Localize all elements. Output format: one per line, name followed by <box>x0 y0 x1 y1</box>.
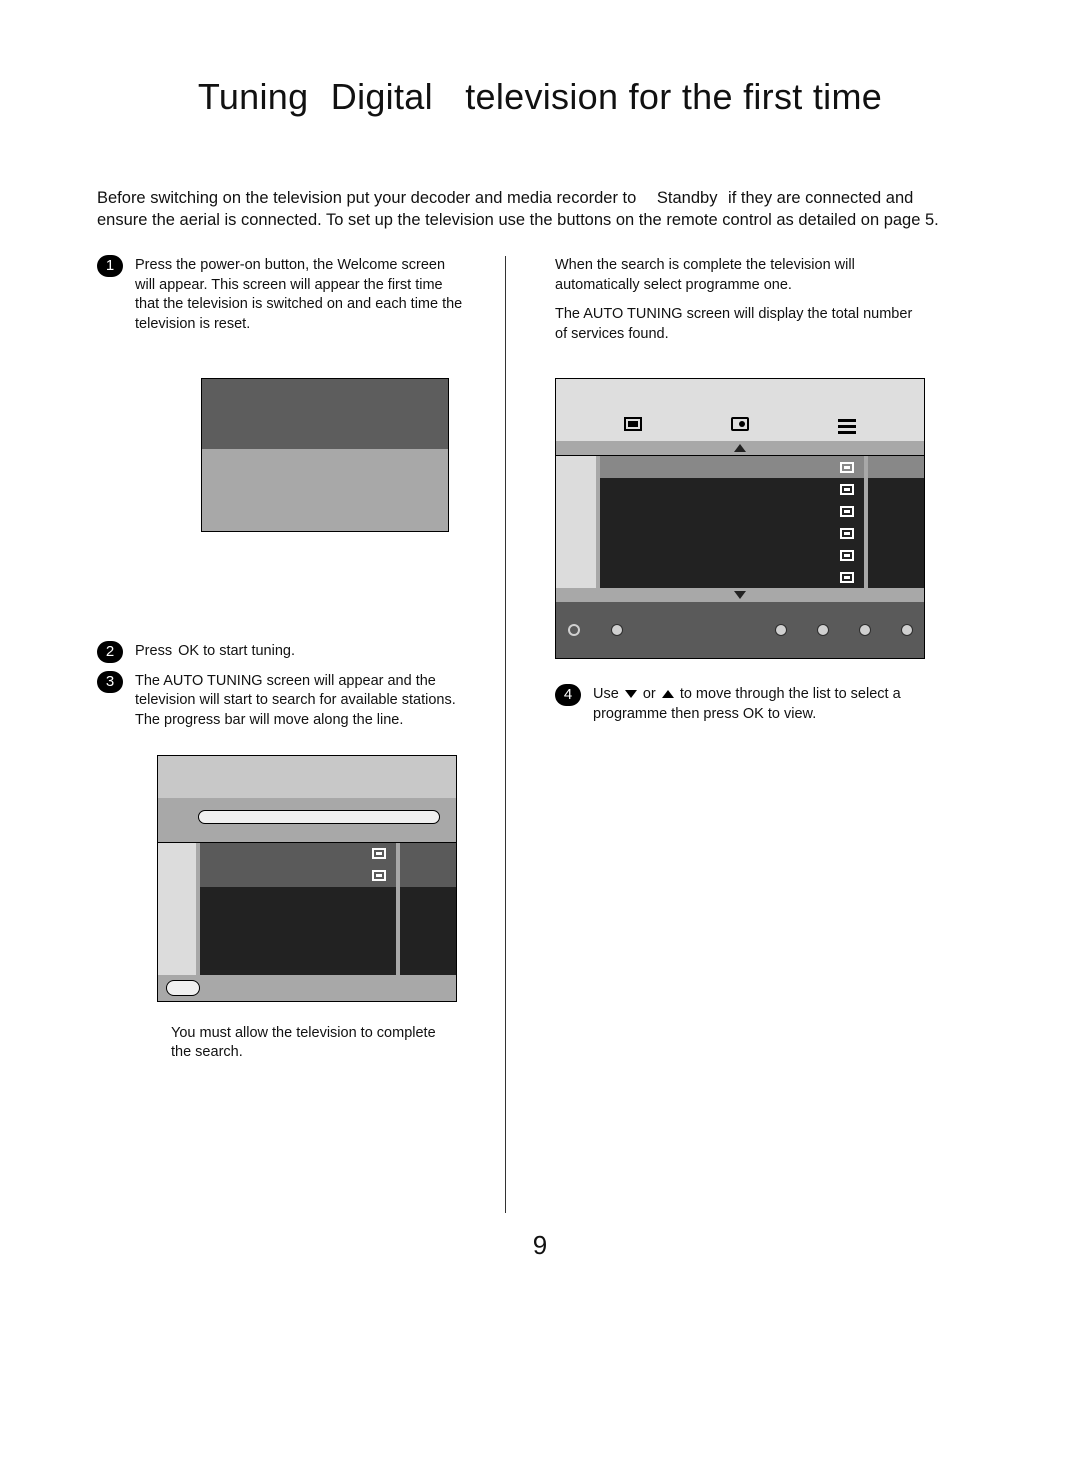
table-row <box>556 478 924 500</box>
services-footer <box>556 602 924 658</box>
table-row <box>158 953 456 975</box>
step-4: 4 Use or to move through the list to sel… <box>555 685 927 724</box>
radio-icon <box>731 417 749 431</box>
step-2-pre: Press <box>135 643 172 659</box>
tv-icon <box>840 572 854 583</box>
page-number: 9 <box>0 1230 1080 1261</box>
step-4-badge: 4 <box>555 684 581 706</box>
table-row <box>556 500 924 522</box>
triangle-down-icon <box>734 591 746 599</box>
figure-auto-tuning-ok-row <box>158 975 456 1001</box>
step-3-note: You must allow the television to complet… <box>171 1024 441 1063</box>
figure-welcome-dark <box>202 379 448 449</box>
figure-auto-tuning-rows <box>158 842 456 975</box>
services-header <box>556 379 924 441</box>
table-row <box>158 843 456 865</box>
ok-pill <box>166 980 200 996</box>
table-row <box>556 566 924 588</box>
triangle-up-icon <box>734 444 746 452</box>
t2: Digital <box>331 76 433 118</box>
step-2-ok: OK <box>178 643 199 659</box>
intro-paragraph: Before switching on the television put y… <box>97 187 967 232</box>
figure-services-list <box>555 378 925 659</box>
page-title: Tuning Digital television for the first … <box>0 76 1080 118</box>
t3: television for the first time <box>465 76 882 118</box>
chevron-down-icon <box>625 690 637 698</box>
scroll-up-indicator <box>556 441 924 455</box>
tv-icon <box>624 417 642 431</box>
figure-services-rows <box>556 455 924 588</box>
scroll-down-indicator <box>556 588 924 602</box>
dot-icon <box>776 625 786 635</box>
dot-icon <box>818 625 828 635</box>
figure-welcome-screen <box>201 378 449 532</box>
right-text-2: The AUTO TUNING screen will display the … <box>555 305 927 344</box>
chevron-up-icon <box>662 690 674 698</box>
left-column: 1 Press the power-on button, the Welcome… <box>97 256 469 1063</box>
step-2-badge: 2 <box>97 641 123 663</box>
right-text-1: When the search is complete the televisi… <box>555 256 927 295</box>
step-3-badge: 3 <box>97 671 123 693</box>
dot-icon <box>860 625 870 635</box>
table-row <box>556 522 924 544</box>
figure-auto-tuning-head <box>158 756 456 798</box>
text-icon <box>838 417 856 431</box>
step-4-c: to move through the list to select a pro… <box>593 686 901 722</box>
step-1-text: Press the power-on button, the Welcome s… <box>135 257 462 332</box>
dot-icon <box>612 625 622 635</box>
step-1: 1 Press the power-on button, the Welcome… <box>97 256 469 334</box>
intro-a: Before switching on the television put y… <box>97 189 636 207</box>
tv-icon <box>840 484 854 495</box>
t1: Tuning <box>198 76 309 117</box>
step-4-a: Use <box>593 686 623 702</box>
tv-icon <box>372 848 386 859</box>
figure-auto-tuning <box>157 755 457 1002</box>
table-row <box>158 931 456 953</box>
right-column: When the search is complete the televisi… <box>555 256 927 734</box>
tv-icon <box>840 506 854 517</box>
table-row <box>556 456 924 478</box>
ring-icon <box>568 624 580 636</box>
column-divider <box>505 256 506 1213</box>
step-3: 3 The AUTO TUNING screen will appear and… <box>97 672 469 731</box>
dot-icon <box>902 625 912 635</box>
step-1-badge: 1 <box>97 255 123 277</box>
intro-standby: Standby <box>657 187 718 209</box>
tv-icon <box>840 528 854 539</box>
tv-icon <box>840 550 854 561</box>
table-row <box>158 865 456 887</box>
table-row <box>556 544 924 566</box>
step-4-b: or <box>643 686 660 702</box>
tv-icon <box>840 462 854 473</box>
step-3-text: The AUTO TUNING screen will appear and t… <box>135 673 456 728</box>
step-2-post: to start tuning. <box>203 643 295 659</box>
table-row <box>158 887 456 909</box>
table-row <box>158 909 456 931</box>
progress-bar <box>198 810 440 824</box>
step-2: 2 Press OK to start tuning. <box>97 642 469 662</box>
tv-icon <box>372 870 386 881</box>
progress-bar-area <box>158 798 456 842</box>
